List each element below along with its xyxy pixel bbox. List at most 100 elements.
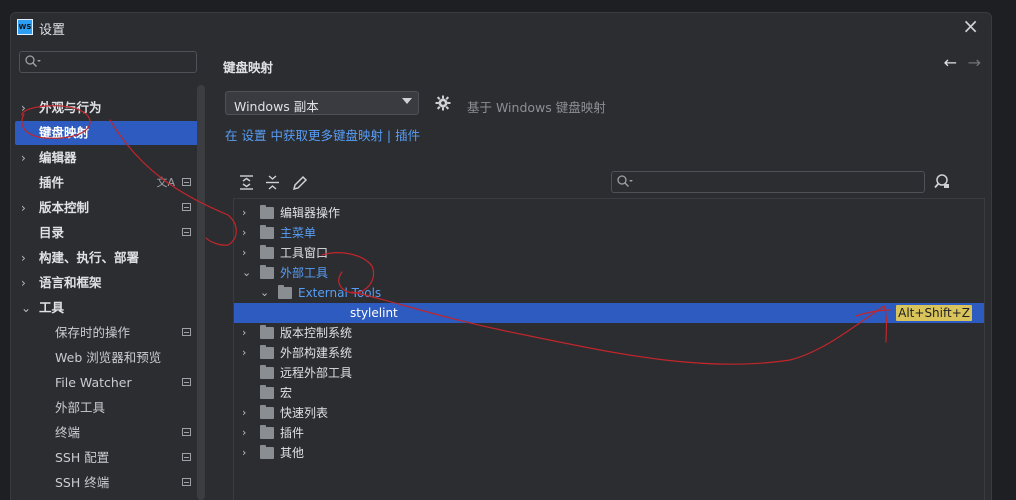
keymap-tree-row[interactable]: › 其他 bbox=[234, 443, 984, 463]
keymap-tree: › 编辑器操作 › 主菜单 › 工具窗口 ⌄ 外部工具 ⌄ External Tools style… bbox=[233, 198, 985, 500]
close-icon[interactable]: × bbox=[962, 15, 979, 37]
keymap-tree-row[interactable]: › 插件 bbox=[234, 423, 984, 443]
collapse-all-icon[interactable] bbox=[263, 173, 283, 193]
sidebar-item[interactable]: Code With Me bbox=[11, 496, 197, 500]
gear-icon[interactable] bbox=[435, 95, 451, 111]
folder-icon bbox=[260, 405, 274, 419]
sidebar-item[interactable]: › 构建、执行、部署 bbox=[11, 246, 197, 270]
sidebar-item-label: 构建、执行、部署 bbox=[39, 250, 140, 265]
keymap-item-label: External Tools bbox=[298, 286, 382, 300]
chevron-right-icon[interactable]: › bbox=[21, 146, 33, 170]
chevron-right-icon[interactable]: › bbox=[21, 246, 33, 270]
forward-arrow-icon[interactable]: → bbox=[968, 53, 981, 72]
keymap-tree-row[interactable]: › 主菜单 bbox=[234, 223, 984, 243]
sidebar-item[interactable]: 目录 bbox=[11, 221, 197, 245]
keymap-tree-row[interactable]: ⌄ 外部工具 bbox=[234, 263, 984, 283]
chevron-down-icon[interactable]: ⌄ bbox=[21, 296, 33, 320]
chevron-right-icon[interactable]: › bbox=[21, 271, 33, 295]
folder-icon bbox=[260, 265, 274, 279]
edit-pencil-icon[interactable] bbox=[290, 173, 310, 193]
chevron-right-icon[interactable]: › bbox=[21, 196, 33, 220]
keymap-tree-row[interactable]: › 版本控制系统 bbox=[234, 323, 984, 343]
project-level-icon bbox=[182, 453, 191, 461]
back-arrow-icon[interactable]: ← bbox=[944, 53, 957, 72]
keymap-item-label: 远程外部工具 bbox=[280, 366, 353, 380]
get-more-keymaps-link[interactable]: 在 设置 中获取更多键盘映射 | 插件 bbox=[225, 125, 420, 144]
keymap-item-label: 其他 bbox=[280, 446, 305, 460]
main-menu-icon bbox=[260, 225, 274, 239]
sidebar-item-label: SSH 终端 bbox=[55, 475, 110, 490]
keymap-tree-row[interactable]: 远程外部工具 bbox=[234, 363, 984, 383]
keymap-item-label: 主菜单 bbox=[280, 226, 317, 240]
sidebar-item-label: 版本控制 bbox=[39, 200, 90, 215]
sidebar-item[interactable]: ⌄ 工具 bbox=[11, 296, 197, 320]
chevron-right-icon[interactable]: › bbox=[242, 403, 254, 423]
sidebar-item-label: 外观与行为 bbox=[39, 100, 102, 115]
keymap-tree-row[interactable]: › 编辑器操作 bbox=[234, 203, 984, 223]
chevron-right-icon[interactable]: › bbox=[242, 443, 254, 463]
keymap-tree-row[interactable]: › 快速列表 bbox=[234, 403, 984, 423]
chevron-down-icon[interactable]: ⌄ bbox=[260, 283, 272, 303]
folder-icon bbox=[260, 425, 274, 439]
keymap-tree-row[interactable]: 宏 bbox=[234, 383, 984, 403]
chevron-down-icon[interactable]: ⌄ bbox=[242, 263, 254, 283]
keymap-item-label: 宏 bbox=[280, 386, 293, 400]
sidebar-item[interactable]: 键盘映射 bbox=[15, 121, 205, 145]
keymap-item-label: 版本控制系统 bbox=[280, 326, 353, 340]
folder-icon bbox=[260, 325, 274, 339]
sidebar-item-label: 工具 bbox=[39, 300, 65, 315]
chevron-right-icon[interactable]: › bbox=[242, 223, 254, 243]
page-title: 键盘映射 bbox=[223, 60, 274, 75]
keymap-tree-row[interactable]: › 工具窗口 bbox=[234, 243, 984, 263]
expand-all-icon[interactable] bbox=[237, 173, 257, 193]
chevron-down-icon bbox=[402, 98, 412, 104]
find-by-shortcut-icon[interactable] bbox=[933, 172, 951, 190]
sidebar-item[interactable]: SSH 终端 bbox=[11, 471, 197, 495]
keymap-item-label: 工具窗口 bbox=[280, 246, 329, 260]
chevron-right-icon[interactable]: › bbox=[21, 96, 33, 120]
project-level-icon bbox=[182, 178, 191, 186]
project-level-icon bbox=[182, 203, 191, 211]
sidebar-item-label: 插件 bbox=[39, 175, 65, 190]
sidebar-item[interactable]: › 版本控制 bbox=[11, 196, 197, 220]
sidebar-item-label: 终端 bbox=[55, 425, 81, 440]
sidebar-item-label: 目录 bbox=[39, 225, 65, 240]
sidebar-item[interactable]: SSH 配置 bbox=[11, 446, 197, 470]
keymap-panel: 键盘映射 ← → Windows 副本 基于 Windows 键盘映射 在 设置… bbox=[211, 41, 991, 500]
sidebar-scrollbar[interactable] bbox=[197, 85, 205, 500]
sidebar-item[interactable]: 保存时的操作 bbox=[11, 321, 197, 345]
sidebar-item[interactable]: › 外观与行为 bbox=[11, 96, 197, 120]
chevron-right-icon[interactable]: › bbox=[242, 423, 254, 443]
sidebar-item-label: File Watcher bbox=[55, 375, 132, 390]
chevron-right-icon[interactable]: › bbox=[242, 343, 254, 363]
keymap-item-label: 快速列表 bbox=[280, 406, 329, 420]
build-folder-icon bbox=[260, 345, 274, 359]
keymap-tree-row[interactable]: › 外部构建系统 bbox=[234, 343, 984, 363]
sidebar-item-label: 外部工具 bbox=[55, 400, 106, 415]
webstorm-logo-icon: WS bbox=[17, 19, 33, 35]
sidebar-item[interactable]: › 语言和框架 bbox=[11, 271, 197, 295]
project-level-icon bbox=[182, 378, 191, 386]
project-level-icon bbox=[182, 228, 191, 236]
sidebar-search-input[interactable] bbox=[19, 51, 197, 73]
keymap-filter-input[interactable] bbox=[611, 171, 925, 193]
keymap-select[interactable]: Windows 副本 bbox=[225, 91, 419, 115]
sidebar-item[interactable]: 外部工具 bbox=[11, 396, 197, 420]
keymap-tree-row[interactable]: ⌄ External Tools bbox=[234, 283, 984, 303]
sidebar-item[interactable]: 插件 文A bbox=[11, 171, 197, 195]
keymap-item-label: 插件 bbox=[280, 426, 305, 440]
search-icon bbox=[617, 175, 633, 187]
chevron-right-icon[interactable]: › bbox=[242, 323, 254, 343]
window-title: 设置 bbox=[39, 23, 66, 38]
keymap-tree-row[interactable]: stylelint Alt+Shift+Z bbox=[234, 303, 984, 323]
folder-icon bbox=[260, 365, 274, 379]
sidebar-item[interactable]: File Watcher bbox=[11, 371, 197, 395]
sidebar-item[interactable]: 终端 bbox=[11, 421, 197, 445]
keymap-select-value: Windows 副本 bbox=[234, 99, 319, 114]
chevron-right-icon[interactable]: › bbox=[242, 243, 254, 263]
sidebar-item[interactable]: Web 浏览器和预览 bbox=[11, 346, 197, 370]
sidebar-item-label: 保存时的操作 bbox=[55, 325, 131, 340]
chevron-right-icon[interactable]: › bbox=[242, 203, 254, 223]
title-bar: WS 设置 × bbox=[11, 13, 991, 41]
sidebar-item[interactable]: › 编辑器 bbox=[11, 146, 197, 170]
